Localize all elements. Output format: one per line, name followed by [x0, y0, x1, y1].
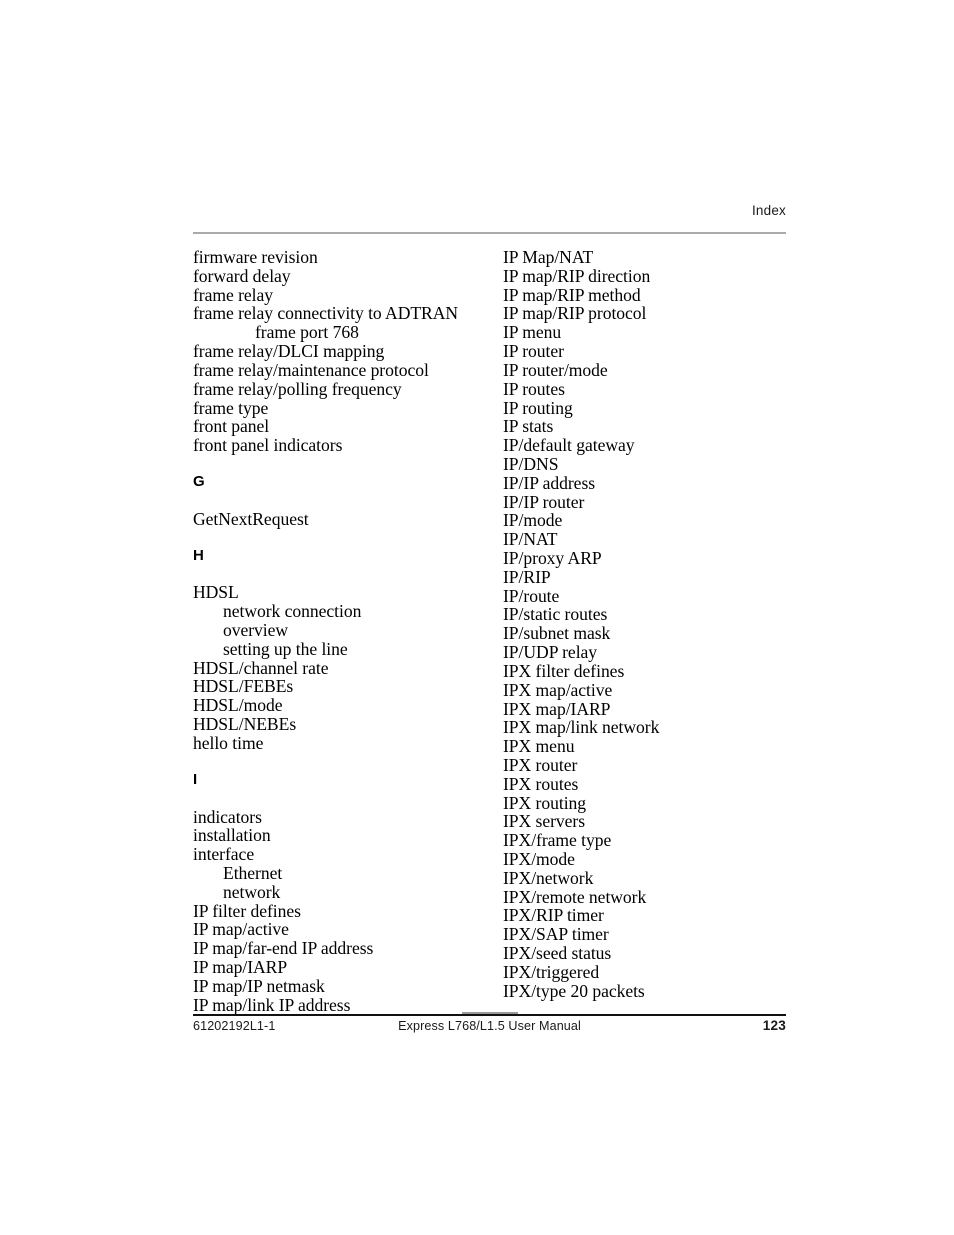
index-column-right: IP Map/NAT IP map/RIP direction IP map/RIP… [503, 248, 793, 1001]
index-entry: IP map/RIP direction [503, 265, 651, 286]
section-letter-heading-h: H [193, 546, 205, 564]
index-entry: IPX routes [503, 773, 579, 794]
index-entry: HDSL/NEBEs [193, 714, 297, 735]
index-entry: IPX/remote network [503, 886, 647, 907]
running-head: Index [751, 203, 786, 218]
index-entry: GetNextRequest [193, 508, 309, 529]
index-entry: IP/RIP [503, 566, 551, 587]
index-entry: IP menu [503, 322, 562, 343]
index-entry: IPX menu [503, 736, 575, 757]
index-entry: IP map/RIP method [503, 284, 641, 305]
index-entry: frame relay [193, 284, 274, 305]
index-entry: IPX filter defines [503, 660, 625, 681]
index-entry: indicators [193, 806, 262, 827]
index-entry: IP/default gateway [503, 435, 635, 456]
index-entry: IP/UDP relay [503, 642, 598, 663]
index-columns: firmware revision forward delay frame rela… [193, 248, 786, 1014]
index-entry: IP/static routes [503, 604, 608, 625]
index-entry: IPX/triggered [503, 961, 600, 982]
section-letter-heading-i: I [193, 770, 198, 788]
index-entry: IP stats [503, 416, 554, 437]
index-entry: IP/IP address [503, 472, 596, 493]
index-entry: frame relay/polling frequency [193, 378, 402, 399]
header-rule [193, 232, 786, 234]
index-entry: IPX routing [503, 792, 587, 813]
index-entry: IPX router [503, 754, 578, 775]
index-entry: IP map/far-end IP address [193, 938, 374, 959]
index-entry: IP map/IARP [193, 957, 288, 977]
index-entry: IPX servers [503, 811, 586, 832]
index-entry: front panel [193, 416, 270, 437]
index-entry: IP/mode [503, 510, 563, 531]
index-subentry: Ethernet [223, 862, 283, 883]
index-subentry: setting up the line [223, 638, 348, 659]
index-entry: frame relay/maintenance protocol [193, 359, 429, 380]
index-entry: IP routing [503, 397, 573, 418]
index-entry: frame type [193, 397, 269, 418]
footer-page-number: 123 [762, 1018, 786, 1033]
index-entry: HDSL/FEBEs [193, 676, 294, 697]
index-entry: IP routes [503, 378, 565, 399]
index-entry: HDSL/mode [193, 695, 283, 716]
index-entry: IPX map/IARP [503, 698, 611, 719]
index-entry: IP/route [503, 585, 560, 606]
index-entry: IP router/mode [503, 359, 608, 380]
index-entry: IPX/frame type [503, 830, 612, 851]
index-entry: IP map/active [193, 919, 289, 940]
index-entry: IPX/seed status [503, 943, 612, 964]
index-page: Index firmware revision forward delay fram… [0, 0, 954, 1235]
index-entry: IP map/link IP address [193, 994, 351, 1015]
footer-rule [193, 1014, 786, 1016]
index-entry: IPX/network [503, 867, 594, 888]
index-entry: IPX/type 20 packets [503, 980, 645, 1001]
index-entry: IP/subnet mask [503, 623, 611, 644]
index-entry: IP router [503, 341, 564, 362]
index-entry: IP map/RIP protocol [503, 303, 647, 324]
index-entry: frame relay connectivity to ADTRAN [193, 303, 459, 324]
index-entry: frame relay/DLCI mapping [193, 341, 385, 362]
index-entry: forward delay [193, 265, 291, 286]
index-subentry: overview [223, 620, 289, 640]
index-subentry: network [223, 881, 281, 902]
index-entry: interface [193, 844, 255, 865]
index-entry: HDSL/channel rate [193, 657, 329, 678]
index-entry: IP map/IP netmask [193, 975, 325, 996]
footer-manual-title: Express L768/L1.5 User Manual [398, 1019, 581, 1033]
index-column-left: firmware revision forward delay frame rela… [193, 248, 483, 1014]
page-footer: 61202192L1-1 Express L768/L1.5 User Manu… [193, 1018, 786, 1041]
index-entry: IPX/mode [503, 849, 575, 869]
index-entry: IP/NAT [503, 529, 558, 550]
index-entry: IPX map/link network [503, 717, 660, 738]
index-entry: front panel indicators [193, 435, 343, 456]
index-entry: IP filter defines [193, 900, 301, 921]
index-entry: IP/proxy ARP [503, 548, 602, 568]
index-entry: IP/IP router [503, 491, 585, 512]
index-entry: IP Map/NAT [503, 247, 594, 267]
index-entry: hello time [193, 732, 264, 753]
index-subentry: network connection [223, 601, 362, 622]
index-entry: firmware revision [193, 247, 318, 267]
index-entry: HDSL [193, 582, 239, 603]
index-entry: IPX/RIP timer [503, 905, 604, 926]
index-entry: installation [193, 825, 271, 846]
index-entry: IPX map/active [503, 679, 613, 700]
index-entry: IPX/SAP timer [503, 924, 609, 945]
index-entry: IP/DNS [503, 453, 559, 474]
section-letter-heading-g: G [193, 472, 205, 490]
index-subentry: frame port 768 [255, 322, 359, 343]
